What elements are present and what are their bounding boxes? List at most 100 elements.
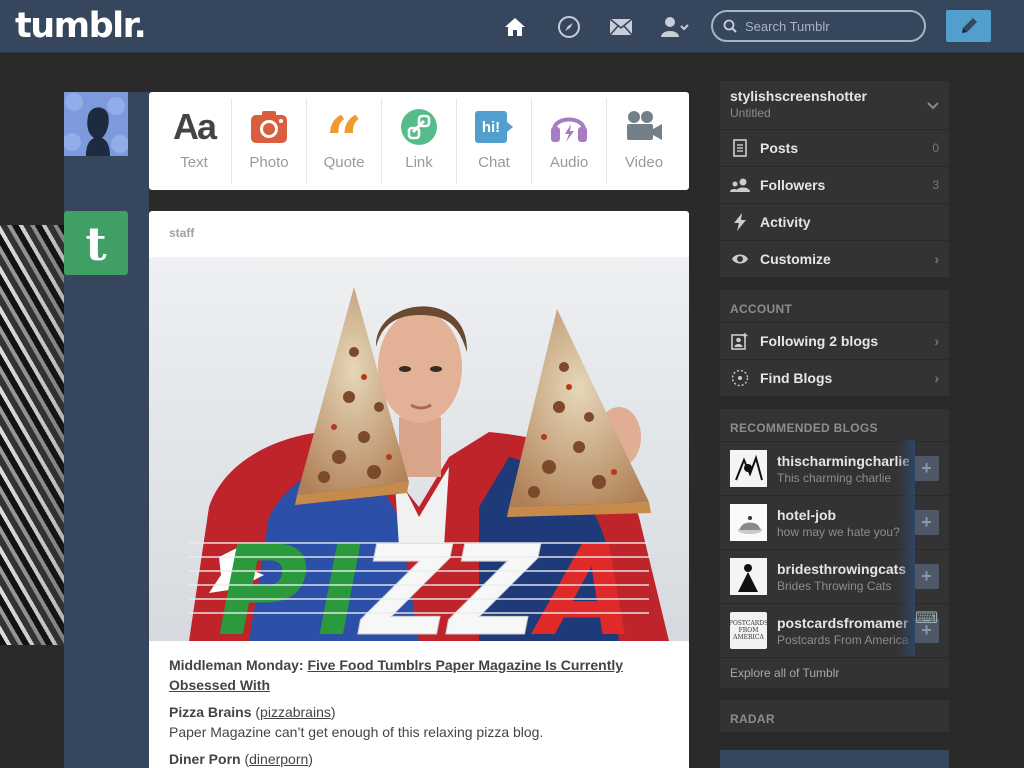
post-type-label: Chat (478, 154, 510, 171)
follow-plus-icon[interactable]: + (914, 564, 939, 589)
recommended-heading: RECOMMENDED BLOGS (720, 409, 949, 442)
camera-icon (250, 106, 288, 148)
caption-prefix: Middleman Monday: (169, 657, 308, 673)
item-description: Paper Magazine can’t get enough of this … (169, 724, 544, 740)
followers-icon (730, 177, 750, 193)
text-icon: Aa (172, 106, 217, 147)
sidebar-item-followers[interactable]: Followers 3 (720, 167, 949, 204)
posts-count: 0 (932, 141, 939, 155)
account-heading: ACCOUNT (720, 290, 949, 323)
blog-thumbnail (730, 504, 767, 541)
account-icon[interactable] (660, 13, 690, 41)
followers-count: 3 (932, 178, 939, 192)
chevron-down-icon (927, 102, 939, 110)
svg-text:t: t (85, 220, 107, 266)
search-box[interactable] (711, 10, 926, 42)
item-paren-open: ( (240, 751, 250, 767)
item-paren-close: ) (308, 751, 313, 767)
sidebar-item-posts[interactable]: Posts 0 (720, 130, 949, 167)
post-type-link[interactable]: Link (382, 98, 457, 184)
chevron-right-icon: › (934, 370, 939, 386)
home-icon[interactable] (500, 13, 530, 41)
sidebar-item-following[interactable]: Following 2 blogs › (720, 323, 949, 360)
svg-text:Z: Z (357, 520, 453, 641)
post-caption: Middleman Monday: Five Food Tumblrs Pape… (169, 655, 669, 768)
post-type-text[interactable]: Aa Text (157, 98, 232, 184)
tumblr-logo[interactable]: tumblr. (15, 6, 147, 46)
post-photo[interactable]: P I Z Z A (149, 257, 689, 641)
svg-text:hi!: hi! (482, 119, 500, 136)
sidebar-item-customize[interactable]: Customize › (720, 241, 949, 278)
radar-post[interactable] (720, 750, 949, 768)
staff-avatar[interactable]: t (64, 211, 128, 275)
following-icon (730, 332, 750, 350)
blog-name: hotel-job (777, 506, 837, 523)
explore-icon[interactable] (554, 13, 584, 41)
user-avatar[interactable] (64, 92, 128, 156)
posts-icon (730, 139, 750, 157)
eye-icon (730, 253, 750, 265)
item-name: Diner Porn (169, 751, 241, 767)
follow-plus-icon[interactable]: + (914, 456, 939, 481)
audio-icon (549, 106, 589, 148)
blog-name: bridesthrowingcats (777, 560, 907, 577)
svg-text:A: A (530, 520, 635, 641)
search-input[interactable] (745, 18, 915, 34)
inbox-icon[interactable] (606, 13, 636, 41)
post-blog-name[interactable]: staff (169, 226, 194, 240)
explore-link[interactable]: Explore all of Tumblr (720, 658, 949, 688)
link-icon (400, 106, 438, 148)
post-type-quote[interactable]: “ Quote (307, 98, 382, 184)
post-type-bar: Aa Text Photo “ Quote Link hi! Chat Audi… (149, 92, 689, 190)
item-paren-open: ( (251, 704, 261, 720)
quote-icon: “ (325, 103, 363, 178)
post-type-label: Photo (249, 154, 289, 171)
radar-heading: RADAR (720, 700, 949, 733)
caption-intro: Middleman Monday: Five Food Tumblrs Pape… (169, 655, 669, 695)
svg-text:P: P (217, 520, 308, 641)
blog-subtitle: Untitled (730, 106, 771, 120)
caption-item: Diner Porn (dinerporn) (169, 749, 669, 768)
dashboard-post: staff P I Z Z A Middleman Monday: Five F… (149, 211, 689, 768)
post-type-label: Link (405, 154, 433, 171)
item-name: Pizza Brains (169, 704, 252, 720)
sidebar-item-label: Following 2 blogs (760, 333, 879, 349)
post-type-photo[interactable]: Photo (232, 98, 307, 184)
blog-description: Brides Throwing Cats (777, 578, 892, 593)
svg-text:I: I (317, 520, 363, 641)
sidebar-item-activity[interactable]: Activity (720, 204, 949, 241)
chat-icon: hi! (474, 106, 514, 148)
scroll-overlay (897, 440, 915, 656)
blog-selector[interactable]: stylishscreenshotter Untitled (720, 81, 949, 130)
post-type-audio[interactable]: Audio (532, 98, 607, 184)
sidebar-item-label: Find Blogs (760, 370, 833, 386)
caption-item: Pizza Brains (pizzabrains) Paper Magazine… (169, 702, 669, 742)
blog-description: Postcards From America (777, 632, 909, 647)
post-type-label: Text (180, 154, 208, 171)
blog-title: stylishscreenshotter (730, 88, 867, 104)
blog-description: how may we hate you? (777, 524, 900, 539)
compose-button[interactable] (946, 10, 991, 42)
item-link[interactable]: pizzabrains (260, 704, 331, 720)
background-photo (0, 225, 64, 645)
item-link[interactable]: dinerporn (249, 751, 308, 767)
keyboard-icon[interactable]: ⌨ (915, 611, 940, 627)
search-icon (723, 19, 737, 33)
pencil-icon (961, 18, 977, 33)
sidebar-item-label: Followers (760, 177, 826, 193)
post-type-video[interactable]: Video (607, 98, 681, 184)
blog-thumbnail (730, 450, 767, 487)
blog-thumbnail (730, 558, 767, 595)
post-type-label: Quote (323, 154, 365, 171)
blog-name: postcardsfromamerica (777, 614, 909, 631)
activity-icon (730, 213, 750, 231)
post-type-label: Video (624, 154, 664, 171)
sidebar-item-find-blogs[interactable]: Find Blogs › (720, 360, 949, 397)
blog-name: thischarmingcharlie (777, 452, 909, 469)
sidebar-item-label: Posts (760, 140, 799, 156)
chevron-right-icon: › (934, 333, 939, 349)
post-type-chat[interactable]: hi! Chat (457, 98, 532, 184)
svg-text:Z: Z (445, 520, 541, 641)
blog-thumbnail: POSTCARDS FROM AMERICA (729, 612, 768, 649)
follow-plus-icon[interactable]: + (914, 510, 939, 535)
